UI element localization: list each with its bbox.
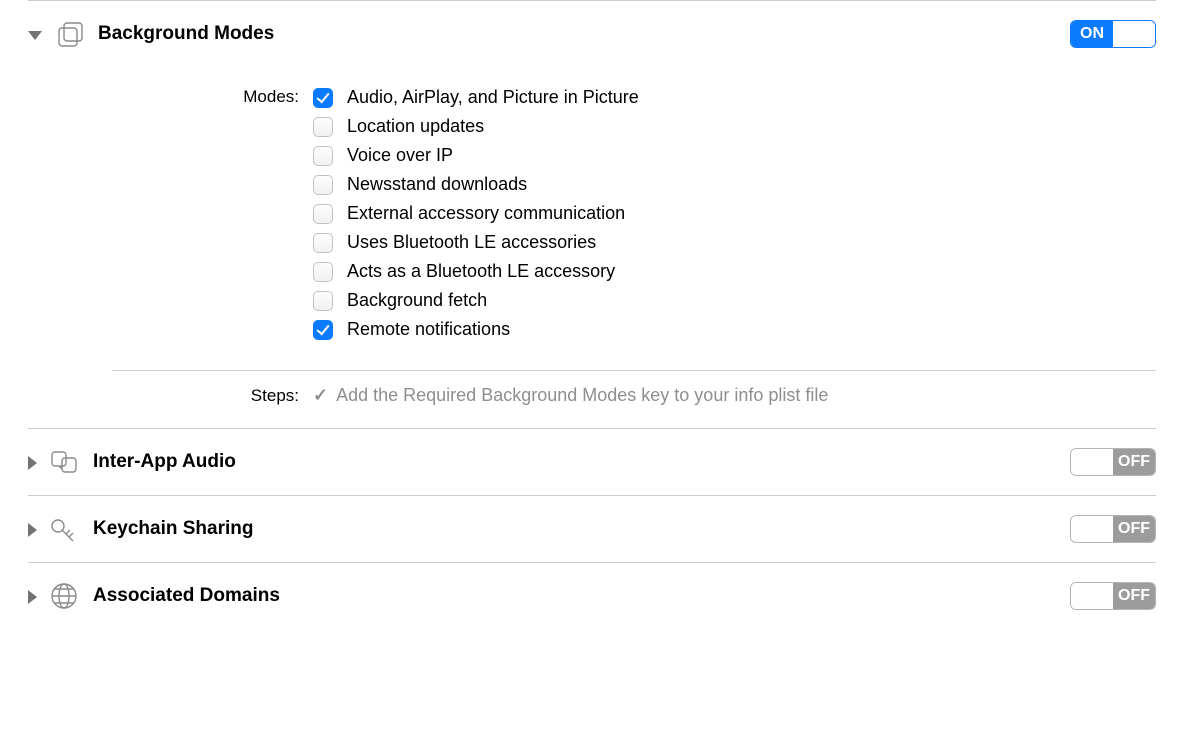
disclosure-triangle-icon[interactable] <box>28 456 37 470</box>
mode-checkbox[interactable] <box>313 88 333 108</box>
mode-item: Acts as a Bluetooth LE accessory <box>313 261 1156 282</box>
disclosure-triangle-icon[interactable] <box>28 523 37 537</box>
switch-knob <box>1071 583 1113 609</box>
mode-item: Background fetch <box>313 290 1156 311</box>
background-modes-icon <box>52 17 86 51</box>
mode-item: Audio, AirPlay, and Picture in Picture <box>313 87 1156 108</box>
capability-toggle-background-modes[interactable]: ON <box>1070 20 1156 48</box>
capability-toggle-keychain-sharing[interactable]: OFF <box>1070 515 1156 543</box>
switch-off-label: OFF <box>1113 516 1155 542</box>
capability-title: Associated Domains <box>93 585 280 607</box>
associated-domains-icon <box>47 579 81 613</box>
switch-knob <box>1071 449 1113 475</box>
steps-label: Steps: <box>28 386 313 406</box>
mode-label-text: Audio, AirPlay, and Picture in Picture <box>347 87 639 108</box>
mode-label-text: Uses Bluetooth LE accessories <box>347 232 596 253</box>
keychain-sharing-icon <box>47 512 81 546</box>
switch-off-label: OFF <box>1113 583 1155 609</box>
capability-toggle-associated-domains[interactable]: OFF <box>1070 582 1156 610</box>
steps-description: Add the Required Background Modes key to… <box>336 385 828 406</box>
mode-item: Newsstand downloads <box>313 174 1156 195</box>
modes-label: Modes: <box>28 87 313 107</box>
mode-checkbox[interactable] <box>313 204 333 224</box>
switch-on-label: ON <box>1071 21 1113 47</box>
background-modes-body: Modes: Audio, AirPlay, and Picture in Pi… <box>0 87 1184 428</box>
disclosure-triangle-icon[interactable] <box>28 590 37 604</box>
mode-label-text: Remote notifications <box>347 319 510 340</box>
capability-row-background-modes: Background Modes ON <box>0 1 1184 67</box>
switch-off-label: OFF <box>1113 449 1155 475</box>
section-divider <box>112 370 1156 371</box>
switch-knob <box>1113 21 1155 47</box>
mode-checkbox[interactable] <box>313 146 333 166</box>
modes-list: Audio, AirPlay, and Picture in Picture Lo… <box>313 87 1156 340</box>
capability-row-inter-app-audio: Inter-App Audio OFF <box>0 429 1184 495</box>
capability-toggle-inter-app-audio[interactable]: OFF <box>1070 448 1156 476</box>
mode-checkbox[interactable] <box>313 175 333 195</box>
inter-app-audio-icon <box>47 445 81 479</box>
mode-checkbox[interactable] <box>313 117 333 137</box>
mode-checkbox[interactable] <box>313 320 333 340</box>
mode-label-text: External accessory communication <box>347 203 625 224</box>
capability-title: Keychain Sharing <box>93 518 254 540</box>
mode-checkbox[interactable] <box>313 291 333 311</box>
capability-row-associated-domains: Associated Domains OFF <box>0 563 1184 629</box>
mode-item: Voice over IP <box>313 145 1156 166</box>
steps-text: ✓ Add the Required Background Modes key … <box>313 385 1156 406</box>
capability-title: Inter-App Audio <box>93 451 236 473</box>
mode-label-text: Acts as a Bluetooth LE accessory <box>347 261 615 282</box>
mode-label-text: Location updates <box>347 116 484 137</box>
mode-label-text: Voice over IP <box>347 145 453 166</box>
switch-knob <box>1071 516 1113 542</box>
mode-item: External accessory communication <box>313 203 1156 224</box>
mode-item: Uses Bluetooth LE accessories <box>313 232 1156 253</box>
capability-row-keychain-sharing: Keychain Sharing OFF <box>0 496 1184 562</box>
disclosure-triangle-icon[interactable] <box>28 31 42 40</box>
checkmark-icon: ✓ <box>313 385 328 406</box>
mode-label-text: Background fetch <box>347 290 487 311</box>
mode-label-text: Newsstand downloads <box>347 174 527 195</box>
capability-title: Background Modes <box>98 23 274 45</box>
mode-checkbox[interactable] <box>313 233 333 253</box>
mode-checkbox[interactable] <box>313 262 333 282</box>
mode-item: Remote notifications <box>313 319 1156 340</box>
mode-item: Location updates <box>313 116 1156 137</box>
